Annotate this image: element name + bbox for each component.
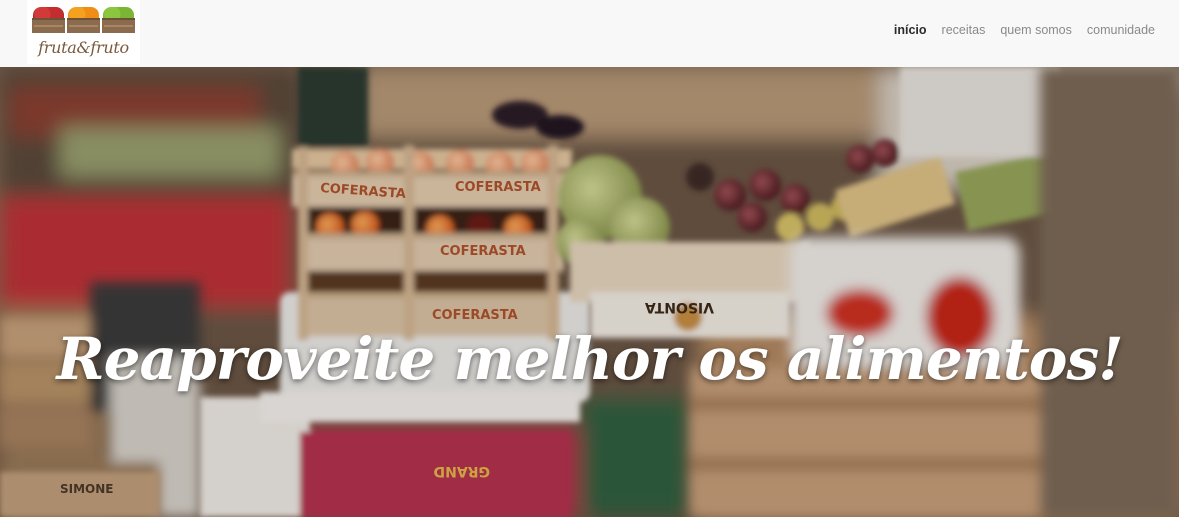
nav-link-quem-somos[interactable]: quem somos [1000,23,1072,37]
main-nav: início receitas quem somos comunidade [894,23,1155,37]
orange-fruit-crate-icon [67,7,100,33]
hero-banner: COFERASTA COFERASTA COFERASTA COFERASTA … [0,67,1179,517]
red-fruit-crate-icon [32,7,65,33]
brand-logo[interactable]: fruta&fruto [27,0,140,64]
brand-name: fruta&fruto [38,38,129,57]
hero-headline: Reaproveite melhor os alimentos! [56,325,1123,393]
green-fruit-crate-icon [102,7,135,33]
market-photo: COFERASTA COFERASTA COFERASTA COFERASTA … [0,67,1179,517]
nav-link-receitas[interactable]: receitas [942,23,986,37]
nav-link-inicio[interactable]: início [894,23,927,37]
navbar: fruta&fruto início receitas quem somos c… [0,0,1179,67]
nav-link-comunidade[interactable]: comunidade [1087,23,1155,37]
